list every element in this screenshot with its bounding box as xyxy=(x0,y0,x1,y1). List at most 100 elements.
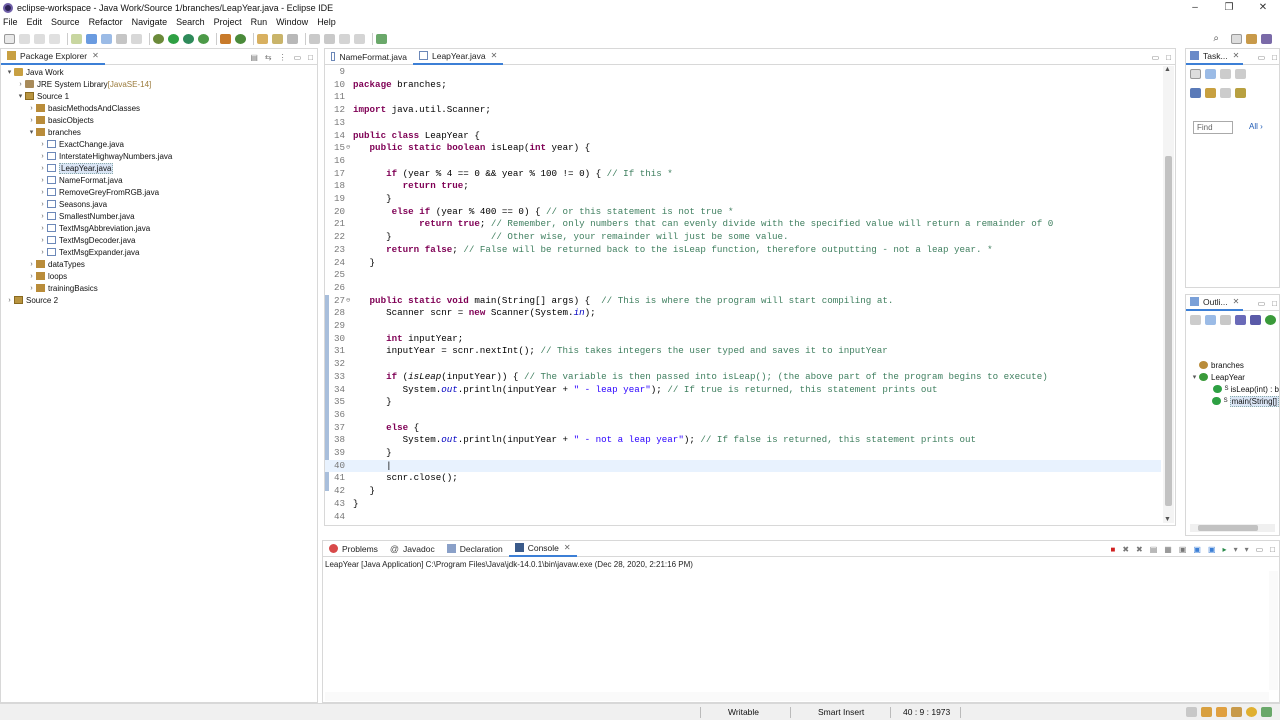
code-line[interactable]: 17 if (year % 4 == 0 && year % 100 != 0)… xyxy=(325,168,1161,181)
new-class-icon[interactable] xyxy=(235,33,246,44)
maximize-view-icon[interactable]: □ xyxy=(1270,545,1275,554)
outline-item[interactable]: Smain(String[] xyxy=(1186,395,1279,407)
chevron-right-icon[interactable]: › xyxy=(38,237,47,244)
toggle-mark-icon[interactable] xyxy=(86,33,97,44)
open-type-icon[interactable] xyxy=(257,33,268,44)
minimize-view-icon[interactable]: ▭ xyxy=(294,53,302,62)
search-icon[interactable] xyxy=(287,33,298,44)
fold-toggle-icon[interactable]: ⊖ xyxy=(346,295,350,308)
chevron-right-icon[interactable]: › xyxy=(38,249,47,256)
tab-console[interactable]: Console ✕ xyxy=(508,540,577,557)
code-line[interactable]: 30 int inputYear; xyxy=(325,333,1161,346)
code-line[interactable]: 18 return true; xyxy=(325,180,1161,193)
hide-completed-icon[interactable] xyxy=(1190,88,1201,98)
code-line[interactable]: 27 ⊖ public static void main(String[] arg… xyxy=(325,295,1161,308)
minimize-view-icon[interactable]: ▭ xyxy=(1258,299,1266,308)
tree-node[interactable]: › basicMethodsAndClasses xyxy=(1,102,317,114)
minimize-button[interactable]: – xyxy=(1178,0,1212,15)
tree-node[interactable]: ▾ branches xyxy=(1,126,317,138)
menu-run[interactable]: Run xyxy=(251,17,268,27)
open-console-icon[interactable]: ▸ xyxy=(1223,545,1227,554)
code-line[interactable]: 9 xyxy=(325,66,1161,79)
tree-node[interactable]: › TextMsgAbbreviation.java xyxy=(1,222,317,234)
skip-breakpoints-icon[interactable] xyxy=(71,33,82,44)
pin-editor-icon[interactable] xyxy=(376,33,387,44)
chevron-down-icon[interactable]: ▾ xyxy=(5,68,14,76)
java-perspective-icon[interactable] xyxy=(1261,33,1272,44)
code-line[interactable]: 29 xyxy=(325,320,1161,333)
maximize-view-icon[interactable]: □ xyxy=(1272,299,1277,308)
chevron-right-icon[interactable]: › xyxy=(38,177,47,184)
code-line[interactable]: 25 xyxy=(325,269,1161,282)
chevron-right-icon[interactable]: › xyxy=(27,285,36,292)
tree-node[interactable]: ▾ Source 1 xyxy=(1,90,317,102)
display-console-icon[interactable]: ▾ xyxy=(1234,545,1238,554)
save-all-icon[interactable] xyxy=(34,33,45,44)
chevron-right-icon[interactable]: › xyxy=(5,297,14,304)
fold-toggle-icon[interactable]: ⊖ xyxy=(346,142,350,155)
save-icon[interactable] xyxy=(19,33,30,44)
code-line[interactable]: 21 return true; // Remember, only number… xyxy=(325,218,1161,231)
code-line[interactable]: 38 System.out.println(inputYear + " - no… xyxy=(325,434,1161,447)
terminate-icon[interactable]: ■ xyxy=(1110,545,1115,554)
tree-node[interactable]: › LeapYear.java xyxy=(1,162,317,174)
maximize-button[interactable]: ❐ xyxy=(1212,0,1246,15)
forward-icon[interactable] xyxy=(354,33,365,44)
pin-console-icon[interactable]: ▣ xyxy=(1179,545,1187,554)
trim-icon[interactable] xyxy=(1246,707,1257,717)
trim-stack-icon[interactable] xyxy=(1186,707,1197,717)
maximize-view-icon[interactable]: □ xyxy=(308,53,313,62)
new-java-project-icon[interactable] xyxy=(220,33,231,44)
close-icon[interactable]: ✕ xyxy=(92,51,99,60)
chevron-down-icon[interactable]: ▾ xyxy=(1190,373,1199,381)
scrollbar-thumb[interactable] xyxy=(1165,156,1172,506)
chevron-right-icon[interactable]: › xyxy=(27,117,36,124)
remove-all-icon[interactable]: ✖ xyxy=(1136,545,1143,554)
tab-outline[interactable]: Outli... ✕ xyxy=(1186,294,1244,311)
scheduled-icon[interactable] xyxy=(1220,69,1231,79)
code-line[interactable]: 13 xyxy=(325,117,1161,130)
code-line[interactable]: 12 import java.util.Scanner; xyxy=(325,104,1161,117)
code-line[interactable]: 19 } xyxy=(325,193,1161,206)
tab-nameformat[interactable]: NameFormat.java xyxy=(325,49,413,65)
code-area[interactable]: 9 10 package branches; 11 12 import java.util… xyxy=(325,66,1161,525)
scroll-down-icon[interactable]: ▼ xyxy=(1164,516,1171,523)
tree-node[interactable]: › RemoveGreyFromRGB.java xyxy=(1,186,317,198)
scrollbar-thumb[interactable] xyxy=(1198,525,1258,531)
menu-refactor[interactable]: Refactor xyxy=(89,17,123,27)
task-find-input[interactable]: Find xyxy=(1193,121,1233,134)
code-line[interactable]: 31 inputYear = scnr.nextInt(); // This t… xyxy=(325,345,1161,358)
next-annotation-icon[interactable] xyxy=(309,33,320,44)
maximize-view-icon[interactable]: □ xyxy=(1272,53,1277,62)
open-task-icon[interactable] xyxy=(272,33,283,44)
tab-javadoc[interactable]: @ Javadoc xyxy=(384,541,441,557)
synchronize-icon[interactable] xyxy=(1235,88,1246,98)
filter-icon[interactable] xyxy=(1235,69,1246,79)
chevron-down-icon[interactable]: ▾ xyxy=(27,128,36,136)
coverage-icon[interactable] xyxy=(183,33,194,44)
open-perspective-icon[interactable] xyxy=(1231,33,1242,44)
debug-icon[interactable] xyxy=(153,33,164,44)
tab-declaration[interactable]: Declaration xyxy=(441,541,509,557)
close-icon[interactable]: ✕ xyxy=(1233,297,1240,306)
whitespace-icon[interactable] xyxy=(131,33,142,44)
tree-node[interactable]: › trainingBasics xyxy=(1,282,317,294)
code-line[interactable]: 28 Scanner scnr = new Scanner(System.in)… xyxy=(325,307,1161,320)
chevron-right-icon[interactable]: › xyxy=(38,201,47,208)
hide-local-types-icon[interactable] xyxy=(1265,315,1276,325)
tree-node[interactable]: › loops xyxy=(1,270,317,282)
chevron-right-icon[interactable]: › xyxy=(27,261,36,268)
view-menu-icon[interactable]: ⋮ xyxy=(279,53,287,62)
close-icon[interactable]: ✕ xyxy=(1233,51,1240,60)
chevron-right-icon[interactable]: › xyxy=(38,141,47,148)
hide-fields-icon[interactable] xyxy=(1220,315,1231,325)
chevron-right-icon[interactable]: › xyxy=(38,213,47,220)
tree-node[interactable]: › SmallestNumber.java xyxy=(1,210,317,222)
menu-navigate[interactable]: Navigate xyxy=(132,17,168,27)
maximize-view-icon[interactable]: □ xyxy=(1166,53,1171,62)
java-ee-perspective-icon[interactable] xyxy=(1246,33,1257,44)
back-icon[interactable] xyxy=(339,33,350,44)
trim-icon[interactable] xyxy=(1231,707,1242,717)
menu-window[interactable]: Window xyxy=(276,17,308,27)
tree-node[interactable]: › ExactChange.java xyxy=(1,138,317,150)
